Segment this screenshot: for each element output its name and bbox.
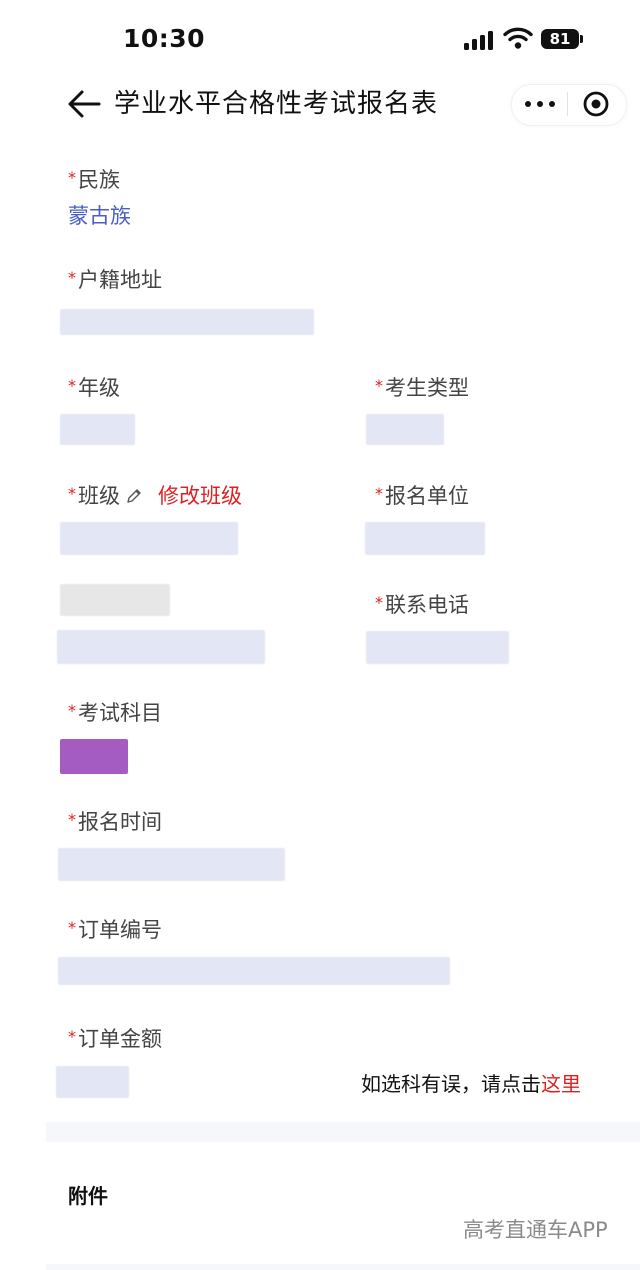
registration-time-label: *报名时间 xyxy=(68,810,162,834)
required-mark: * xyxy=(68,701,76,720)
required-mark: * xyxy=(68,1027,76,1046)
contact-phone-value-redacted xyxy=(366,631,509,664)
hukou-address-value-redacted xyxy=(60,309,314,335)
pencil-icon xyxy=(127,489,141,503)
grade-label: *年级 xyxy=(68,376,120,400)
required-mark: * xyxy=(68,268,76,287)
contact-phone-label: *联系电话 xyxy=(375,593,469,617)
cellular-signal-icon xyxy=(464,30,494,50)
attachments-title: 附件 xyxy=(68,1184,108,1208)
watermark: 高考直通车APP xyxy=(463,1218,608,1242)
section-divider xyxy=(46,1122,640,1142)
redacted-field-value xyxy=(57,630,265,664)
required-mark: * xyxy=(68,484,76,503)
capsule-divider xyxy=(567,92,568,116)
required-mark: * xyxy=(375,593,383,612)
exam-subject-tag-redacted xyxy=(60,739,128,774)
registration-time-value-redacted xyxy=(58,848,285,881)
order-number-value-redacted xyxy=(58,957,450,985)
order-amount-label: *订单金额 xyxy=(68,1027,162,1051)
ethnicity-label: *民族 xyxy=(68,168,120,192)
status-time: 10:30 xyxy=(123,24,206,53)
wifi-icon xyxy=(503,27,533,49)
back-arrow-icon[interactable] xyxy=(66,86,102,122)
order-number-label: *订单编号 xyxy=(68,918,162,942)
required-mark: * xyxy=(375,376,383,395)
class-label: *班级 修改班级 xyxy=(68,484,242,508)
close-target-icon[interactable] xyxy=(576,84,616,124)
class-value-redacted xyxy=(60,522,238,555)
redacted-field-label xyxy=(60,584,170,616)
bottom-divider xyxy=(46,1264,640,1270)
subject-error-hint: 如选科有误，请点击这里 xyxy=(361,1072,581,1096)
order-amount-value-redacted xyxy=(56,1066,129,1098)
exam-subject-label: *考试科目 xyxy=(68,701,162,725)
required-mark: * xyxy=(68,376,76,395)
required-mark: * xyxy=(375,484,383,503)
candidate-type-value-redacted xyxy=(366,414,444,445)
registration-unit-label: *报名单位 xyxy=(375,484,469,508)
candidate-type-label: *考生类型 xyxy=(375,376,469,400)
required-mark: * xyxy=(68,810,76,829)
ethnicity-value: 蒙古族 xyxy=(68,204,131,228)
more-menu-button[interactable] xyxy=(518,88,562,120)
grade-value-redacted xyxy=(60,414,135,445)
edit-class-link[interactable]: 修改班级 xyxy=(158,484,242,508)
registration-unit-value-redacted xyxy=(365,522,485,555)
hukou-address-label: *户籍地址 xyxy=(68,268,162,292)
battery-tip xyxy=(580,35,583,43)
page-title: 学业水平合格性考试报名表 xyxy=(114,89,439,119)
battery-icon: 81 xyxy=(541,29,579,49)
required-mark: * xyxy=(68,168,76,187)
required-mark: * xyxy=(68,918,76,937)
click-here-link[interactable]: 这里 xyxy=(541,1072,581,1096)
